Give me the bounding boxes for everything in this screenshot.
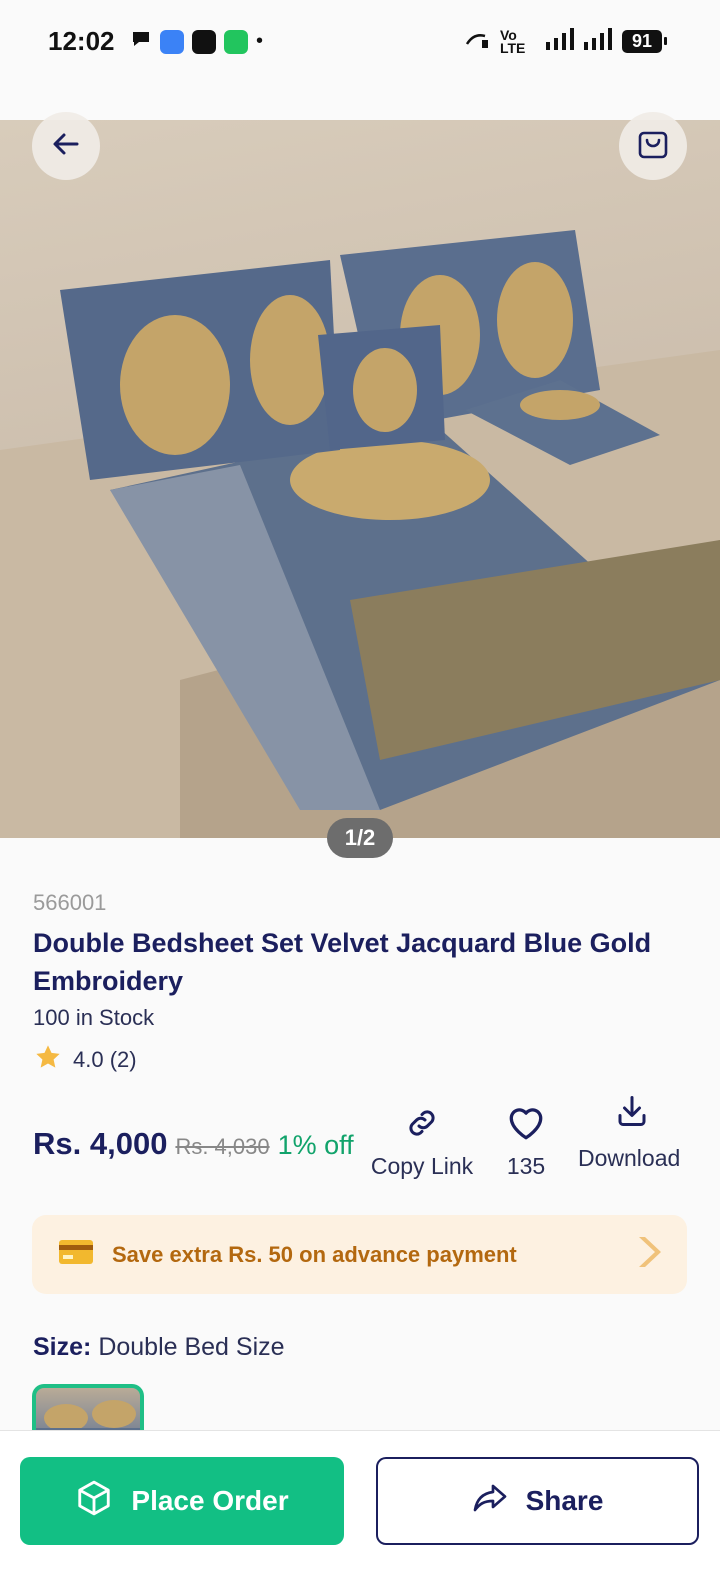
battery-indicator: 91 bbox=[621, 30, 668, 53]
size-label: Size: bbox=[33, 1333, 92, 1361]
status-bar: 12:02 • Vo LTE 91 bbox=[0, 0, 720, 84]
copy-link-button[interactable]: Copy Link bbox=[366, 1105, 478, 1180]
size-selector: Size: Double Bed Size bbox=[33, 1333, 285, 1362]
copy-link-label: Copy Link bbox=[370, 1153, 474, 1179]
place-order-label: Place Order bbox=[131, 1485, 289, 1516]
share-arrow-icon bbox=[472, 1480, 508, 1523]
tiktok-icon bbox=[192, 29, 216, 54]
stock-status: 100 in Stock bbox=[33, 1005, 155, 1030]
star-icon bbox=[33, 1043, 63, 1077]
promo-text: Save extra Rs. 50 on advance payment bbox=[112, 1241, 517, 1267]
heart-icon bbox=[506, 1108, 546, 1146]
cart-button[interactable] bbox=[619, 112, 687, 180]
chevron-right-icon bbox=[635, 1235, 661, 1274]
download-icon bbox=[578, 1096, 650, 1134]
discount-badge: 1% off bbox=[277, 1130, 354, 1160]
box-icon bbox=[75, 1479, 113, 1524]
status-time: 12:02 bbox=[48, 26, 115, 56]
share-label: Share bbox=[525, 1485, 604, 1516]
product-sku: 566001 bbox=[33, 890, 107, 915]
download-button[interactable]: Download bbox=[578, 1093, 688, 1174]
status-indicators: Vo LTE 91 bbox=[464, 26, 668, 56]
more-dot-icon: • bbox=[256, 30, 264, 52]
back-button[interactable] bbox=[32, 112, 100, 180]
volte-label: Vo LTE bbox=[499, 26, 526, 56]
size-value: Double Bed Size bbox=[98, 1333, 285, 1361]
back-arrow-icon bbox=[51, 129, 81, 164]
download-label: Download bbox=[578, 1145, 681, 1171]
credit-card-icon bbox=[58, 1239, 94, 1270]
price-row: Rs. 4,000 Rs. 4,030 1% off bbox=[33, 1126, 354, 1162]
app-icon bbox=[160, 29, 184, 54]
wishlist-button[interactable]: 135 bbox=[496, 1105, 556, 1180]
status-app-icons: • bbox=[130, 28, 263, 55]
image-pager: 1/2 bbox=[327, 818, 393, 858]
rating-text: 4.0 (2) bbox=[73, 1047, 137, 1072]
chat-icon bbox=[130, 28, 152, 55]
shopping-bag-icon bbox=[636, 127, 670, 166]
link-icon bbox=[404, 1110, 440, 1146]
product-title: Double Bedsheet Set Velvet Jacquard Blue… bbox=[33, 928, 652, 996]
product-rating[interactable]: 4.0 (2) bbox=[33, 1043, 137, 1077]
share-button[interactable]: Share bbox=[376, 1457, 699, 1545]
bottom-action-bar: Place Order Share bbox=[0, 1430, 720, 1570]
advance-payment-banner[interactable]: Save extra Rs. 50 on advance payment bbox=[32, 1215, 687, 1294]
place-order-button[interactable]: Place Order bbox=[20, 1457, 344, 1545]
product-image[interactable] bbox=[0, 120, 720, 838]
signal-icon bbox=[583, 28, 612, 55]
original-price: Rs. 4,030 bbox=[175, 1134, 270, 1159]
price: Rs. 4,000 bbox=[33, 1126, 168, 1161]
wishlist-count: 135 bbox=[506, 1153, 546, 1179]
signal-icon bbox=[545, 28, 574, 55]
app-icon bbox=[224, 29, 248, 54]
wifi-call-icon bbox=[464, 28, 490, 55]
